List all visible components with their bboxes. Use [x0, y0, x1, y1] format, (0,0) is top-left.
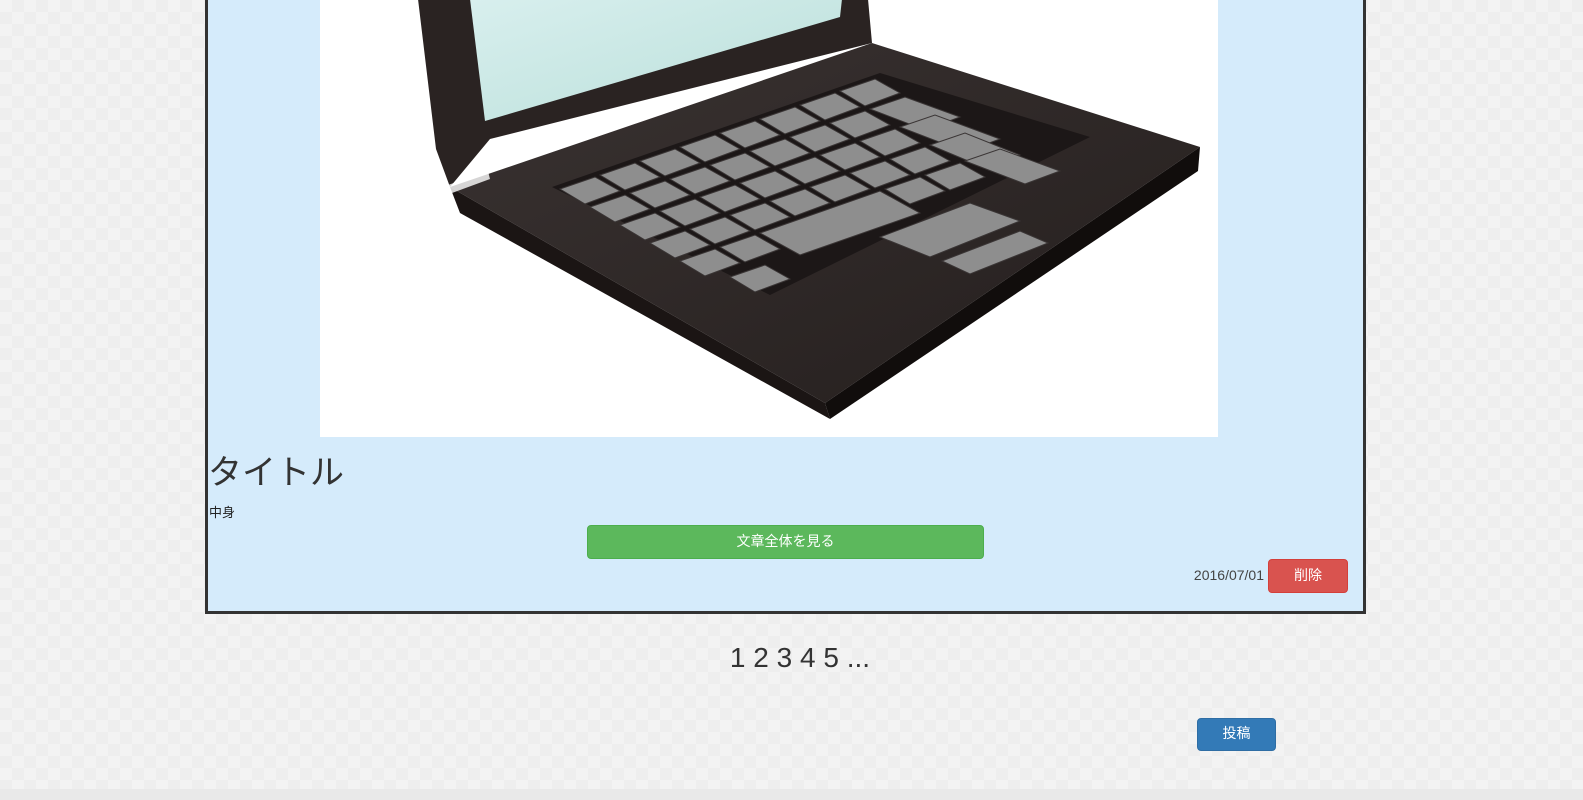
- post-date: 2016/07/01: [1193, 567, 1264, 583]
- page-link-1[interactable]: 1: [730, 642, 746, 673]
- page-link-5[interactable]: 5: [823, 642, 839, 673]
- pagination: 1 2 3 4 5 ...: [700, 640, 900, 676]
- post-title: タイトル: [208, 453, 344, 493]
- page-link-4[interactable]: 4: [800, 642, 816, 673]
- submit-post-button[interactable]: 投稿: [1197, 718, 1276, 751]
- post-body: 中身: [209, 506, 236, 521]
- footer-strip: [0, 789, 1583, 800]
- post-image: [320, 0, 1218, 437]
- post-card: タイトル 中身 文章全体を見る 2016/07/01 削除: [205, 0, 1366, 614]
- laptop-illustration: [418, 0, 1200, 419]
- page-link-2[interactable]: 2: [753, 642, 769, 673]
- delete-button[interactable]: 削除: [1268, 559, 1348, 593]
- pagination-ellipsis[interactable]: ...: [847, 642, 870, 673]
- read-more-button[interactable]: 文章全体を見る: [587, 525, 984, 559]
- page-link-3[interactable]: 3: [777, 642, 793, 673]
